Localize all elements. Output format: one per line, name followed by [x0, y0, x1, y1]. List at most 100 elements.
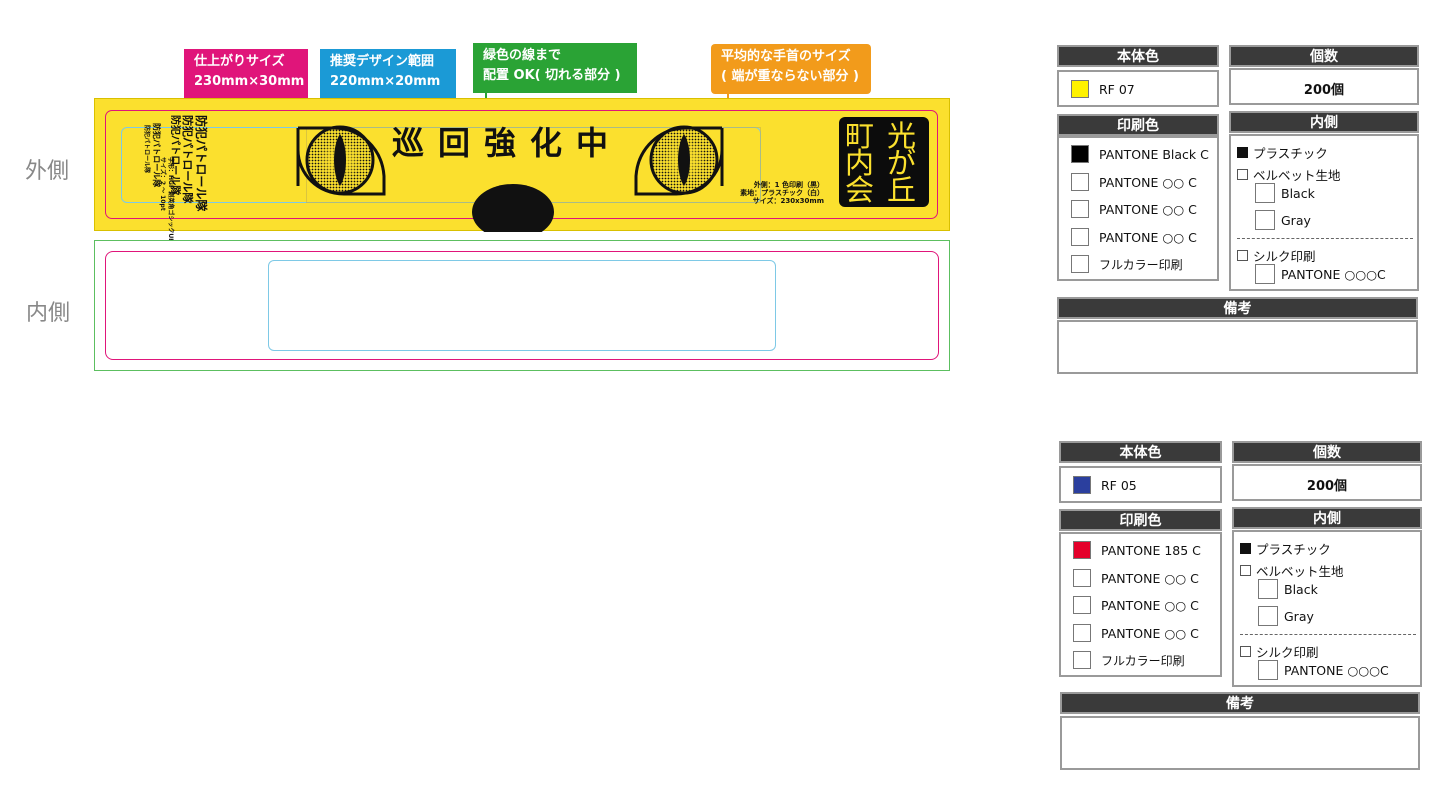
plastic-option[interactable]: プラスチック: [1237, 143, 1328, 162]
inside-options-box: プラスチック ベルベット生地 Black Gray シルク印刷 PANTONE …: [1232, 530, 1422, 687]
silk-pantone-label: PANTONE ○○○C: [1281, 266, 1386, 282]
print-color-swatch: [1071, 173, 1089, 191]
design-area-callout: 推奨デザイン範囲 220mm×20mm: [320, 49, 456, 119]
print-color-row[interactable]: PANTONE ○○ C: [1073, 569, 1199, 587]
velvet-gray-box[interactable]: [1255, 210, 1275, 230]
velvet-black-option[interactable]: Black: [1255, 183, 1315, 203]
plastic-option[interactable]: プラスチック: [1240, 539, 1331, 558]
body-color-header: 本体色: [1059, 441, 1222, 463]
print-color-name: PANTONE ○○ C: [1099, 201, 1197, 217]
green-line-title: 緑色の線まで: [483, 48, 562, 63]
velvet-black-box[interactable]: [1255, 183, 1275, 203]
plastic-checkbox[interactable]: [1237, 147, 1248, 158]
body-color-value: RF 07: [1099, 81, 1135, 97]
print-color-row[interactable]: PANTONE ○○ C: [1073, 596, 1199, 614]
silk-pantone-option[interactable]: PANTONE ○○○C: [1255, 264, 1386, 284]
velvet-checkbox[interactable]: [1240, 565, 1251, 576]
print-color-row[interactable]: フルカラー印刷: [1071, 255, 1183, 273]
print-color-swatch: [1071, 145, 1089, 163]
print-color-name: PANTONE ○○ C: [1101, 625, 1199, 641]
plastic-label: プラスチック: [1256, 542, 1331, 557]
inside-options-box: プラスチック ベルベット生地 Black Gray シルク印刷 PANTONE …: [1229, 134, 1419, 291]
print-color-row[interactable]: PANTONE Black C: [1071, 145, 1209, 163]
notes-header: 備考: [1057, 297, 1418, 319]
velvet-checkbox[interactable]: [1237, 169, 1248, 180]
print-color-row[interactable]: PANTONE ○○ C: [1071, 228, 1197, 246]
silk-pantone-box[interactable]: [1255, 264, 1275, 284]
velvet-gray-option[interactable]: Gray: [1255, 210, 1311, 230]
notes-box[interactable]: [1060, 716, 1420, 770]
quantity-value: 200個: [1303, 83, 1345, 98]
finish-size-title: 仕上がりサイズ: [194, 54, 285, 69]
print-color-swatch: [1073, 624, 1091, 642]
band-left-line-4: 防犯パトロール隊: [152, 123, 161, 188]
plastic-checkbox[interactable]: [1240, 543, 1251, 554]
design-area-title: 推奨デザイン範囲: [330, 54, 435, 69]
print-color-header: 印刷色: [1059, 509, 1222, 531]
print-color-box: PANTONE 185 C PANTONE ○○ C PANTONE ○○ C …: [1059, 532, 1222, 677]
silk-option[interactable]: シルク印刷: [1240, 642, 1319, 661]
band-left-line-5: 防犯パトロール隊: [143, 125, 150, 174]
band-left-text: 字形：HGP 創英角ゴシックUB サイズ：2 ～ 10pt 防犯パトロール隊 防…: [126, 113, 208, 243]
silk-label: シルク印刷: [1253, 249, 1316, 264]
notes-header: 備考: [1060, 692, 1420, 714]
cat-nose: [472, 184, 554, 232]
velvet-label: ベルベット生地: [1256, 564, 1344, 579]
band-slogan: 巡回強化中: [392, 124, 623, 162]
print-color-swatch: [1071, 255, 1089, 273]
velvet-gray-option[interactable]: Gray: [1258, 606, 1314, 626]
body-color-swatch: [1071, 80, 1089, 98]
print-color-name: PANTONE ○○ C: [1101, 570, 1199, 586]
inside-divider: [1237, 238, 1413, 239]
inside-header: 内側: [1229, 111, 1419, 133]
silk-pantone-option[interactable]: PANTONE ○○○C: [1258, 660, 1389, 680]
velvet-gray-box[interactable]: [1258, 606, 1278, 626]
notes-box[interactable]: [1057, 320, 1418, 374]
print-color-row[interactable]: PANTONE ○○ C: [1071, 173, 1197, 191]
body-color-value: RF 05: [1101, 477, 1137, 493]
inside-design-area: [268, 260, 776, 351]
print-color-row[interactable]: PANTONE 185 C: [1073, 541, 1201, 559]
print-color-name: PANTONE ○○ C: [1101, 597, 1199, 613]
velvet-black-box[interactable]: [1258, 579, 1278, 599]
print-color-name: PANTONE ○○ C: [1099, 174, 1197, 190]
town-association-stamp: 光 が 丘 町 内 会: [839, 117, 929, 207]
velvet-option[interactable]: ベルベット生地: [1237, 165, 1341, 184]
print-color-row[interactable]: PANTONE ○○ C: [1073, 624, 1199, 642]
print-color-name: PANTONE ○○ C: [1099, 229, 1197, 245]
velvet-gray-label: Gray: [1284, 608, 1314, 624]
quantity-box[interactable]: 200個: [1229, 68, 1419, 105]
body-color-box: RF 05: [1059, 466, 1222, 503]
left-eye: [296, 125, 386, 196]
print-color-swatch: [1071, 228, 1089, 246]
quantity-value: 200個: [1306, 479, 1348, 494]
velvet-black-label: Black: [1281, 185, 1315, 201]
print-color-name: フルカラー印刷: [1101, 653, 1185, 668]
velvet-label: ベルベット生地: [1253, 168, 1341, 183]
velvet-black-option[interactable]: Black: [1258, 579, 1318, 599]
band-right-spec-2: 素地：プラスチック（白）: [740, 189, 824, 197]
print-color-name: PANTONE 185 C: [1101, 542, 1201, 558]
silk-checkbox[interactable]: [1237, 250, 1248, 261]
silk-option[interactable]: シルク印刷: [1237, 246, 1316, 265]
body-color-header: 本体色: [1057, 45, 1219, 67]
finish-size-value: 230mm×30mm: [194, 74, 305, 89]
band-right-spec-3: サイズ：230x30mm: [752, 197, 824, 205]
silk-pantone-box[interactable]: [1258, 660, 1278, 680]
silk-pantone-label: PANTONE ○○○C: [1284, 662, 1389, 678]
print-color-row[interactable]: フルカラー印刷: [1073, 651, 1185, 669]
print-color-name: PANTONE Black C: [1099, 146, 1209, 162]
silk-checkbox[interactable]: [1240, 646, 1251, 657]
wrist-size-callout: 平均的な手首のサイズ ( 端が重ならない部分 ): [711, 44, 871, 116]
print-color-swatch: [1073, 541, 1091, 559]
quantity-header: 個数: [1232, 441, 1422, 463]
body-color-swatch: [1073, 476, 1091, 494]
print-color-swatch: [1073, 651, 1091, 669]
print-color-swatch: [1073, 596, 1091, 614]
print-color-header: 印刷色: [1057, 114, 1219, 136]
velvet-option[interactable]: ベルベット生地: [1240, 561, 1344, 580]
quantity-box[interactable]: 200個: [1232, 464, 1422, 501]
print-color-row[interactable]: PANTONE ○○ C: [1071, 200, 1197, 218]
print-color-name: フルカラー印刷: [1099, 257, 1183, 272]
inside-divider: [1240, 634, 1416, 635]
